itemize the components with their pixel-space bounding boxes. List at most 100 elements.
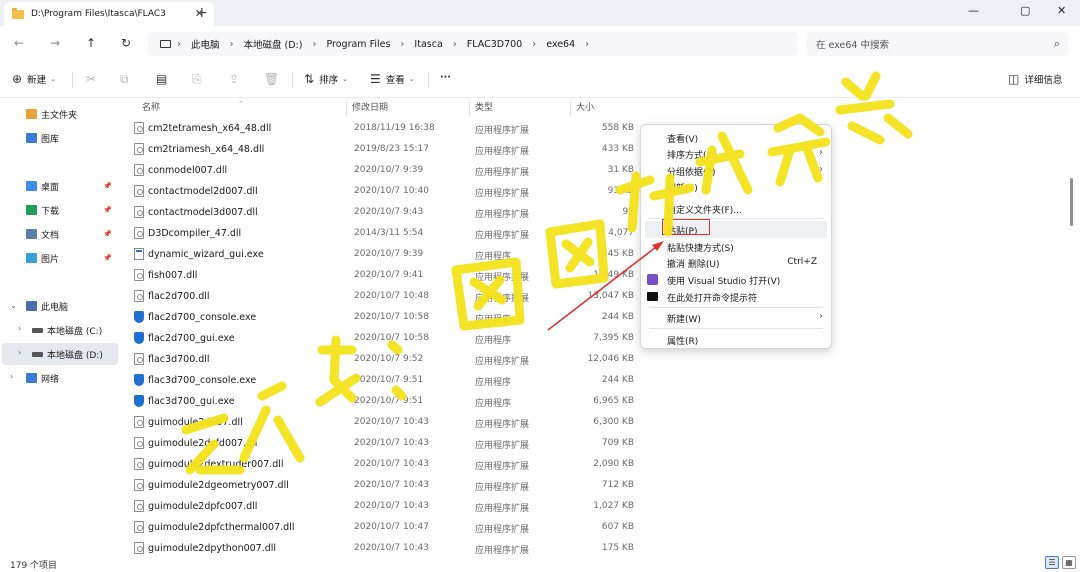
file-date: 2020/10/7 9:39 xyxy=(354,249,424,259)
file-row[interactable]: conmodel007.dll 2020/10/7 9:39 应用程序扩展 31 KB xyxy=(130,160,650,181)
file-row[interactable]: guimodule2dcfd007.dll 2020/10/7 10:43 应用程序… xyxy=(130,433,650,454)
sort-button[interactable]: ⇅ 排序 ⌄ xyxy=(304,72,348,86)
file-row[interactable]: fish007.dll 2020/10/7 9:41 应用程序扩展 1,949 KB xyxy=(130,265,650,286)
file-row[interactable]: guimodule2d007.dll 2020/10/7 10:43 应用程序扩展 6… xyxy=(130,412,650,433)
menu-item-sort-by[interactable]: 排序方式(O) › xyxy=(641,145,831,162)
file-row[interactable]: contactmodel2d007.dll 2020/10/7 10:40 应用程序… xyxy=(130,181,650,202)
paste-icon[interactable]: ▤ xyxy=(156,72,167,86)
vertical-scrollbar[interactable] xyxy=(1070,178,1073,226)
file-row[interactable]: cm2tetramesh_x64_48.dll 2018/11/19 16:38 应… xyxy=(130,118,650,139)
menu-item-undo-delete[interactable]: 撤消 删除(U) Ctrl+Z xyxy=(641,254,831,271)
maximize-button[interactable]: ▢ xyxy=(1020,4,1030,17)
rename-icon[interactable]: ⎘ xyxy=(192,72,202,87)
sidebar-item-desktop[interactable]: 桌面 📌 xyxy=(0,175,118,197)
share-icon[interactable]: ⇪ xyxy=(229,72,239,86)
file-date: 2020/10/7 10:58 xyxy=(354,333,429,343)
breadcrumb-program-files[interactable]: Program Files xyxy=(326,39,390,50)
file-date: 2020/10/7 10:43 xyxy=(354,501,429,511)
sidebar-item-downloads[interactable]: 下载 📌 xyxy=(0,199,118,221)
sidebar-item-gallery[interactable]: 图库 xyxy=(0,127,118,149)
view-button[interactable]: ☰ 查看 ⌄ xyxy=(370,72,415,86)
sidebar-item-home[interactable]: 主文件夹 xyxy=(0,103,118,125)
column-divider[interactable] xyxy=(570,102,571,116)
column-header-size[interactable]: 大小 xyxy=(576,100,594,113)
file-row[interactable]: guimodule2dpfc007.dll 2020/10/7 10:43 应用程序… xyxy=(130,496,650,517)
chevron-right-icon[interactable]: › xyxy=(10,372,13,381)
file-row[interactable]: guimodule2dgeometry007.dll 2020/10/7 10:4… xyxy=(130,475,650,496)
sidebar-item-drive-d[interactable]: › 本地磁盘 (D:) xyxy=(2,343,118,365)
file-date: 2020/10/7 10:47 xyxy=(354,522,429,532)
column-header-date[interactable]: 修改日期 xyxy=(352,100,388,113)
file-row[interactable]: flac2d700.dll 2020/10/7 10:48 应用程序扩展 13,047… xyxy=(130,286,650,307)
menu-item-customize-folder[interactable]: 自定义文件夹(F)... xyxy=(641,200,831,217)
chevron-right-icon[interactable]: › xyxy=(18,348,21,357)
view-button-label: 查看 xyxy=(385,75,405,86)
menu-item-new[interactable]: 新建(W) › xyxy=(641,309,831,326)
file-row[interactable]: flac2d700_console.exe 2020/10/7 10:58 应用程序… xyxy=(130,307,650,328)
menu-item-refresh[interactable]: 刷新(E) xyxy=(641,178,831,195)
sidebar-item-network[interactable]: › 网络 xyxy=(0,367,118,389)
view-lines-icon: ☰ xyxy=(370,72,381,86)
cut-icon[interactable]: ✂ xyxy=(86,72,96,86)
breadcrumb-exe64[interactable]: exe64 xyxy=(546,39,575,50)
file-row[interactable]: flac3d700_gui.exe 2020/10/7 9:51 应用程序 6,965… xyxy=(130,391,650,412)
breadcrumb-itasca[interactable]: Itasca xyxy=(414,39,442,50)
new-button[interactable]: ⊕ 新建 ⌄ xyxy=(12,72,56,86)
menu-item-open-visual-studio[interactable]: 使用 Visual Studio 打开(V) xyxy=(641,271,831,288)
delete-icon[interactable]: 🗑 xyxy=(264,72,279,86)
file-row[interactable]: flac3d700_console.exe 2020/10/7 9:51 应用程序 2… xyxy=(130,370,650,391)
file-row[interactable]: cm2triamesh_x64_48.dll 2019/8/23 15:17 应用程… xyxy=(130,139,650,160)
sidebar-item-drive-c[interactable]: › 本地磁盘 (C:) xyxy=(0,319,118,341)
breadcrumb-flac3d700[interactable]: FLAC3D700 xyxy=(467,39,522,50)
column-header-name[interactable]: 名称 xyxy=(142,100,160,113)
dll-file-icon xyxy=(134,206,144,218)
tiles-view-icon[interactable]: ▦ xyxy=(1062,556,1076,569)
column-divider[interactable] xyxy=(469,102,470,116)
refresh-button[interactable]: ↻ xyxy=(121,36,131,50)
file-size: 2,090 KB xyxy=(593,459,634,469)
breadcrumb-this-pc[interactable]: 此电脑 xyxy=(191,37,220,51)
sidebar-item-pictures[interactable]: 图片 📌 xyxy=(0,247,118,269)
column-header-type[interactable]: 类型 xyxy=(475,100,493,113)
copy-icon[interactable]: ⧉ xyxy=(120,72,129,87)
tab-current-folder[interactable]: D:\Program Files\Itasca\FLAC3 ✕ xyxy=(4,2,214,26)
file-name: D3Dcompiler_47.dll xyxy=(148,228,242,239)
chevron-down-icon[interactable]: ⌄ xyxy=(10,301,17,310)
column-divider[interactable] xyxy=(346,102,347,116)
search-box[interactable]: 在 exe64 中搜索 ⌕ xyxy=(806,32,1068,56)
sidebar-item-documents[interactable]: 文档 📌 xyxy=(0,223,118,245)
menu-item-properties[interactable]: 属性(R) xyxy=(641,331,831,348)
more-options-button[interactable]: ··· xyxy=(440,72,451,83)
menu-item-view[interactable]: 查看(V) xyxy=(641,129,831,146)
file-row[interactable]: contactmodel3d007.dll 2020/10/7 9:43 应用程序扩… xyxy=(130,202,650,223)
pin-icon[interactable]: 📌 xyxy=(103,254,112,262)
search-input[interactable]: 在 exe64 中搜索 xyxy=(816,37,889,51)
back-button[interactable]: ← xyxy=(14,36,24,50)
file-row[interactable]: dynamic_wizard_gui.exe 2020/10/7 9:39 应用程序… xyxy=(130,244,650,265)
file-row[interactable]: flac3d700.dll 2020/10/7 9:52 应用程序扩展 12,046 … xyxy=(130,349,650,370)
menu-item-label: 分组依据(P) xyxy=(667,168,716,178)
sidebar-item-this-pc[interactable]: ⌄ 此电脑 xyxy=(0,295,118,317)
menu-item-open-cmd[interactable]: 在此处打开命令提示符 xyxy=(641,288,831,305)
address-bar[interactable]: › 此电脑 › 本地磁盘 (D:) › Program Files › Itas… xyxy=(148,32,798,56)
new-tab-button[interactable]: + xyxy=(196,5,208,21)
file-row[interactable]: flac2d700_gui.exe 2020/10/7 10:58 应用程序 7,39… xyxy=(130,328,650,349)
file-row[interactable]: guimodule2dpfcthermal007.dll 2020/10/7 10… xyxy=(130,517,650,538)
details-view-icon[interactable]: ☰ xyxy=(1045,556,1059,569)
file-row[interactable]: guimodule2dextruder007.dll 2020/10/7 10:4… xyxy=(130,454,650,475)
menu-item-group-by[interactable]: 分组依据(P) › xyxy=(641,162,831,179)
file-name: guimodule2dextruder007.dll xyxy=(148,459,284,470)
pin-icon[interactable]: 📌 xyxy=(103,206,112,214)
dll-file-icon xyxy=(134,185,144,197)
forward-button[interactable]: → xyxy=(50,36,60,50)
pin-icon[interactable]: 📌 xyxy=(103,230,112,238)
details-pane-button[interactable]: ◫ 详细信息 xyxy=(1008,72,1062,86)
menu-item-paste-shortcut[interactable]: 粘贴快捷方式(S) xyxy=(641,238,831,255)
chevron-right-icon[interactable]: › xyxy=(18,324,21,333)
close-window-button[interactable]: ✕ xyxy=(1057,4,1066,17)
breadcrumb-drive-d[interactable]: 本地磁盘 (D:) xyxy=(244,37,303,51)
minimize-button[interactable]: — xyxy=(968,4,979,17)
file-row[interactable]: D3Dcompiler_47.dll 2014/3/11 5:54 应用程序扩展 4,… xyxy=(130,223,650,244)
up-button[interactable]: ↑ xyxy=(86,36,96,50)
pin-icon[interactable]: 📌 xyxy=(103,182,112,190)
